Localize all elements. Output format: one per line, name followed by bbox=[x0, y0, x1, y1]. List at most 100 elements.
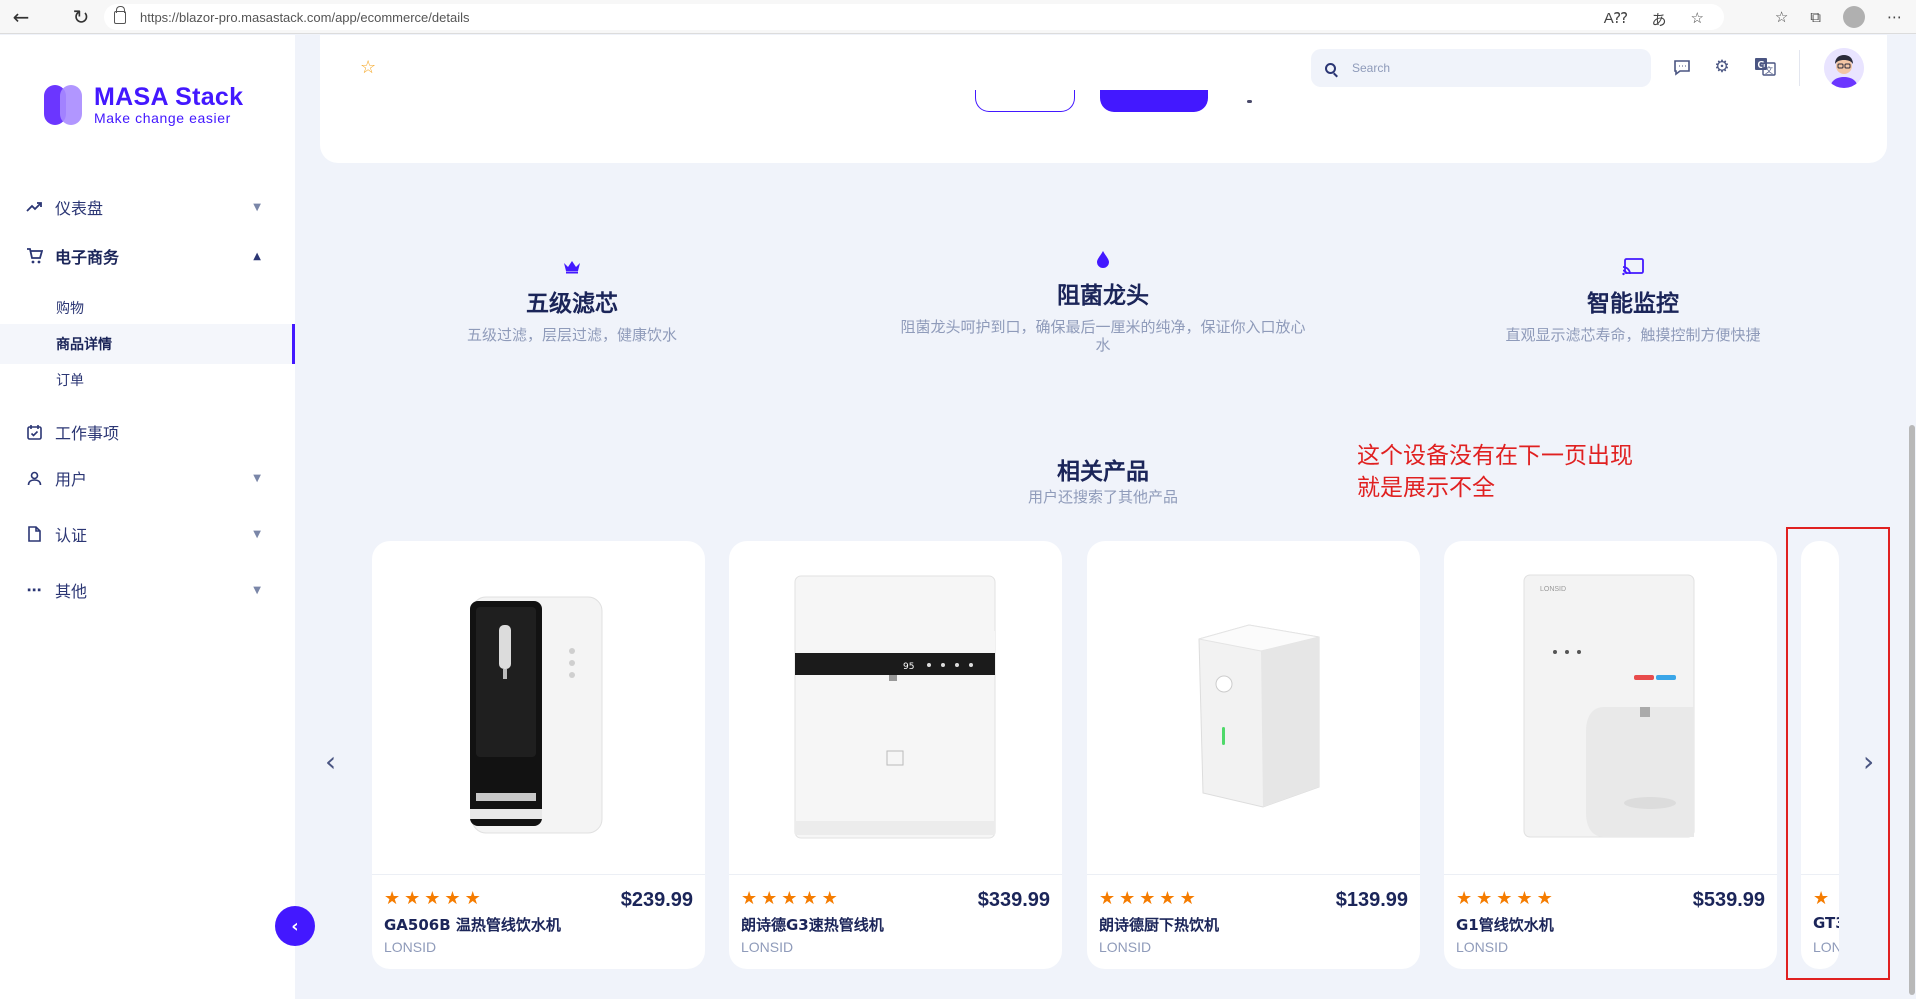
sidebar-item-auth[interactable]: 认证 ▼ bbox=[0, 514, 295, 554]
water-drop-icon bbox=[898, 250, 1308, 272]
annotation-line: 这个设备没有在下一页出现 bbox=[1357, 443, 1633, 469]
avatar[interactable] bbox=[1824, 48, 1864, 88]
sidebar-subitem-shop[interactable]: 购物 bbox=[0, 288, 295, 328]
more-indicator bbox=[1247, 100, 1252, 103]
sidebar-item-users[interactable]: 用户 ▼ bbox=[0, 458, 295, 498]
feature-description: 阻菌龙头呵护到口，确保最后一厘米的纯净，保证你入口放心水 bbox=[900, 318, 1306, 354]
feature-title: 阻菌龙头 bbox=[1057, 283, 1149, 309]
crown-icon bbox=[441, 258, 703, 280]
favorites-bar-icon[interactable]: ☆ bbox=[1775, 8, 1788, 26]
product-price: $539.99 bbox=[1692, 889, 1765, 911]
back-icon[interactable]: ← bbox=[6, 2, 36, 32]
favorite-icon[interactable]: ☆ bbox=[1691, 9, 1704, 30]
product-image bbox=[1087, 541, 1420, 875]
search-placeholder: Search bbox=[1352, 61, 1391, 75]
feature-title: 五级滤芯 bbox=[526, 291, 618, 317]
secondary-action-button[interactable] bbox=[975, 90, 1075, 112]
product-image: LONSID bbox=[1444, 541, 1777, 875]
file-icon bbox=[25, 525, 43, 543]
product-brand: LONSID bbox=[384, 939, 437, 955]
logo-subtitle: Make change easier bbox=[94, 110, 231, 126]
sidebar-item-label: 其他 bbox=[55, 582, 88, 601]
sidebar-item-label: 电子商务 bbox=[55, 248, 120, 267]
sidebar-subitem-orders[interactable]: 订单 bbox=[0, 360, 295, 400]
svg-text:文: 文 bbox=[1765, 65, 1773, 75]
read-aloud-icon[interactable]: A⁇ bbox=[1604, 9, 1628, 30]
search-input[interactable]: Search bbox=[1311, 49, 1651, 87]
settings-icon[interactable]: ⚙ bbox=[1711, 56, 1733, 78]
product-card[interactable]: 95 ★ ★ ★ ★ ★ $339.99 朗诗德G3速热管线机 LONSID bbox=[729, 541, 1062, 969]
sidebar-subitem-product-details[interactable]: 商品详情 bbox=[0, 324, 295, 364]
favorite-star-icon[interactable]: ☆ bbox=[360, 57, 376, 78]
sidebar-item-ecommerce[interactable]: 电子商务 ▲ bbox=[0, 236, 295, 276]
feature-monitor: 智能监控 直观显示滤芯寿命，触摸控制方便快捷 bbox=[1488, 258, 1778, 344]
browser-toolbar: ← ↻ https://blazor-pro.masastack.com/app… bbox=[0, 0, 1916, 34]
svg-text:95: 95 bbox=[903, 662, 914, 672]
sidebar-item-dashboard[interactable]: 仪表盘 ▼ bbox=[0, 187, 295, 227]
translate-icon[interactable]: G文 bbox=[1754, 56, 1776, 78]
product-brand: LONSID bbox=[741, 939, 794, 955]
product-card[interactable]: ★ ★ ★ ★ ★ $139.99 朗诗德厨下热饮机 LONSID bbox=[1087, 541, 1420, 969]
related-products-subtitle: 用户还搜索了其他产品 bbox=[1027, 488, 1178, 506]
annotation-note: 这个设备没有在下一页出现 就是展示不全 bbox=[1357, 440, 1633, 504]
cart-icon bbox=[25, 247, 43, 265]
rating-stars: ★ ★ ★ ★ ★ bbox=[1456, 888, 1553, 909]
logo[interactable]: MASA Stack Make change easier bbox=[44, 83, 243, 126]
masa-logo-icon bbox=[44, 84, 84, 125]
chevron-down-icon: ▼ bbox=[253, 528, 261, 540]
search-icon bbox=[1325, 62, 1336, 74]
header-divider bbox=[1799, 50, 1800, 86]
product-card[interactable]: ★ ★ ★ ★ ★ $239.99 GA506B 温热管线饮水机 LONSID bbox=[372, 541, 705, 969]
url-text: https://blazor-pro.masastack.com/app/eco… bbox=[140, 9, 470, 25]
feature-filter: 五级滤芯 五级过滤，层层过滤，健康饮水 bbox=[441, 258, 703, 344]
product-card[interactable]: LONSID ★ ★ ★ ★ ★ $539.99 G1管线饮水机 LONSID bbox=[1444, 541, 1777, 969]
svg-text:LONSID: LONSID bbox=[1540, 586, 1566, 593]
product-brand: LONSID bbox=[1456, 939, 1509, 955]
product-brand: LONSID bbox=[1099, 939, 1152, 955]
sidebar-item-other[interactable]: ⋯ 其他 ▼ bbox=[0, 570, 295, 610]
annotation-line: 就是展示不全 bbox=[1357, 475, 1495, 501]
logo-title: MASA Stack bbox=[94, 83, 244, 111]
page-scrollbar[interactable] bbox=[1909, 425, 1915, 995]
primary-action-button[interactable] bbox=[1100, 90, 1208, 112]
feature-description: 五级过滤，层层过滤，健康饮水 bbox=[466, 326, 677, 344]
calendar-check-icon bbox=[25, 423, 43, 441]
trending-up-icon bbox=[25, 198, 43, 216]
sidebar: MASA Stack Make change easier 仪表盘 ▼ 电子商务… bbox=[0, 35, 295, 999]
chevron-down-icon: ▼ bbox=[253, 584, 261, 596]
translate-icon[interactable]: あ bbox=[1652, 9, 1667, 30]
chevron-down-icon: ▼ bbox=[253, 201, 261, 213]
dots-icon: ⋯ bbox=[26, 581, 42, 599]
rating-stars: ★ ★ ★ ★ ★ bbox=[1099, 888, 1196, 909]
product-name: 朗诗德G3速热管线机 bbox=[741, 916, 884, 934]
user-icon bbox=[25, 469, 43, 487]
sidebar-item-todo[interactable]: 工作事项 bbox=[0, 412, 295, 452]
feature-description: 直观显示滤芯寿命，触摸控制方便快捷 bbox=[1505, 326, 1761, 344]
product-price: $139.99 bbox=[1335, 889, 1408, 911]
related-products-title: 相关产品 bbox=[1057, 459, 1149, 485]
sidebar-item-label: 仪表盘 bbox=[55, 199, 104, 218]
chat-icon[interactable] bbox=[1671, 56, 1693, 78]
product-image: 95 bbox=[729, 541, 1062, 875]
lock-icon bbox=[114, 5, 126, 24]
carousel-prev-button[interactable]: ‹ bbox=[325, 745, 336, 778]
refresh-icon[interactable]: ↻ bbox=[66, 2, 96, 32]
product-price: $339.99 bbox=[977, 889, 1050, 911]
product-name: GA506B 温热管线饮水机 bbox=[384, 916, 561, 934]
product-price: $239.99 bbox=[620, 889, 693, 911]
more-icon[interactable]: ⋯ bbox=[1887, 8, 1902, 26]
chevron-up-icon: ▲ bbox=[253, 250, 261, 262]
collections-icon[interactable]: ⧉ bbox=[1810, 8, 1821, 26]
address-bar[interactable]: https://blazor-pro.masastack.com/app/eco… bbox=[104, 4, 1724, 30]
sidebar-item-label: 工作事项 bbox=[55, 424, 120, 443]
feature-faucet: 阻菌龙头 阻菌龙头呵护到口，确保最后一厘米的纯净，保证你入口放心水 bbox=[898, 250, 1308, 354]
rating-stars: ★ ★ ★ ★ ★ bbox=[741, 888, 838, 909]
product-name: 朗诗德厨下热饮机 bbox=[1099, 916, 1220, 934]
profile-icon[interactable] bbox=[1843, 6, 1865, 28]
product-name: G1管线饮水机 bbox=[1456, 916, 1554, 934]
sidebar-item-label: 用户 bbox=[55, 470, 88, 489]
rating-stars: ★ ★ ★ ★ ★ bbox=[384, 888, 481, 909]
collapse-sidebar-button[interactable]: ‹ bbox=[275, 906, 315, 946]
chevron-down-icon: ▼ bbox=[253, 472, 261, 484]
product-image bbox=[372, 541, 705, 875]
